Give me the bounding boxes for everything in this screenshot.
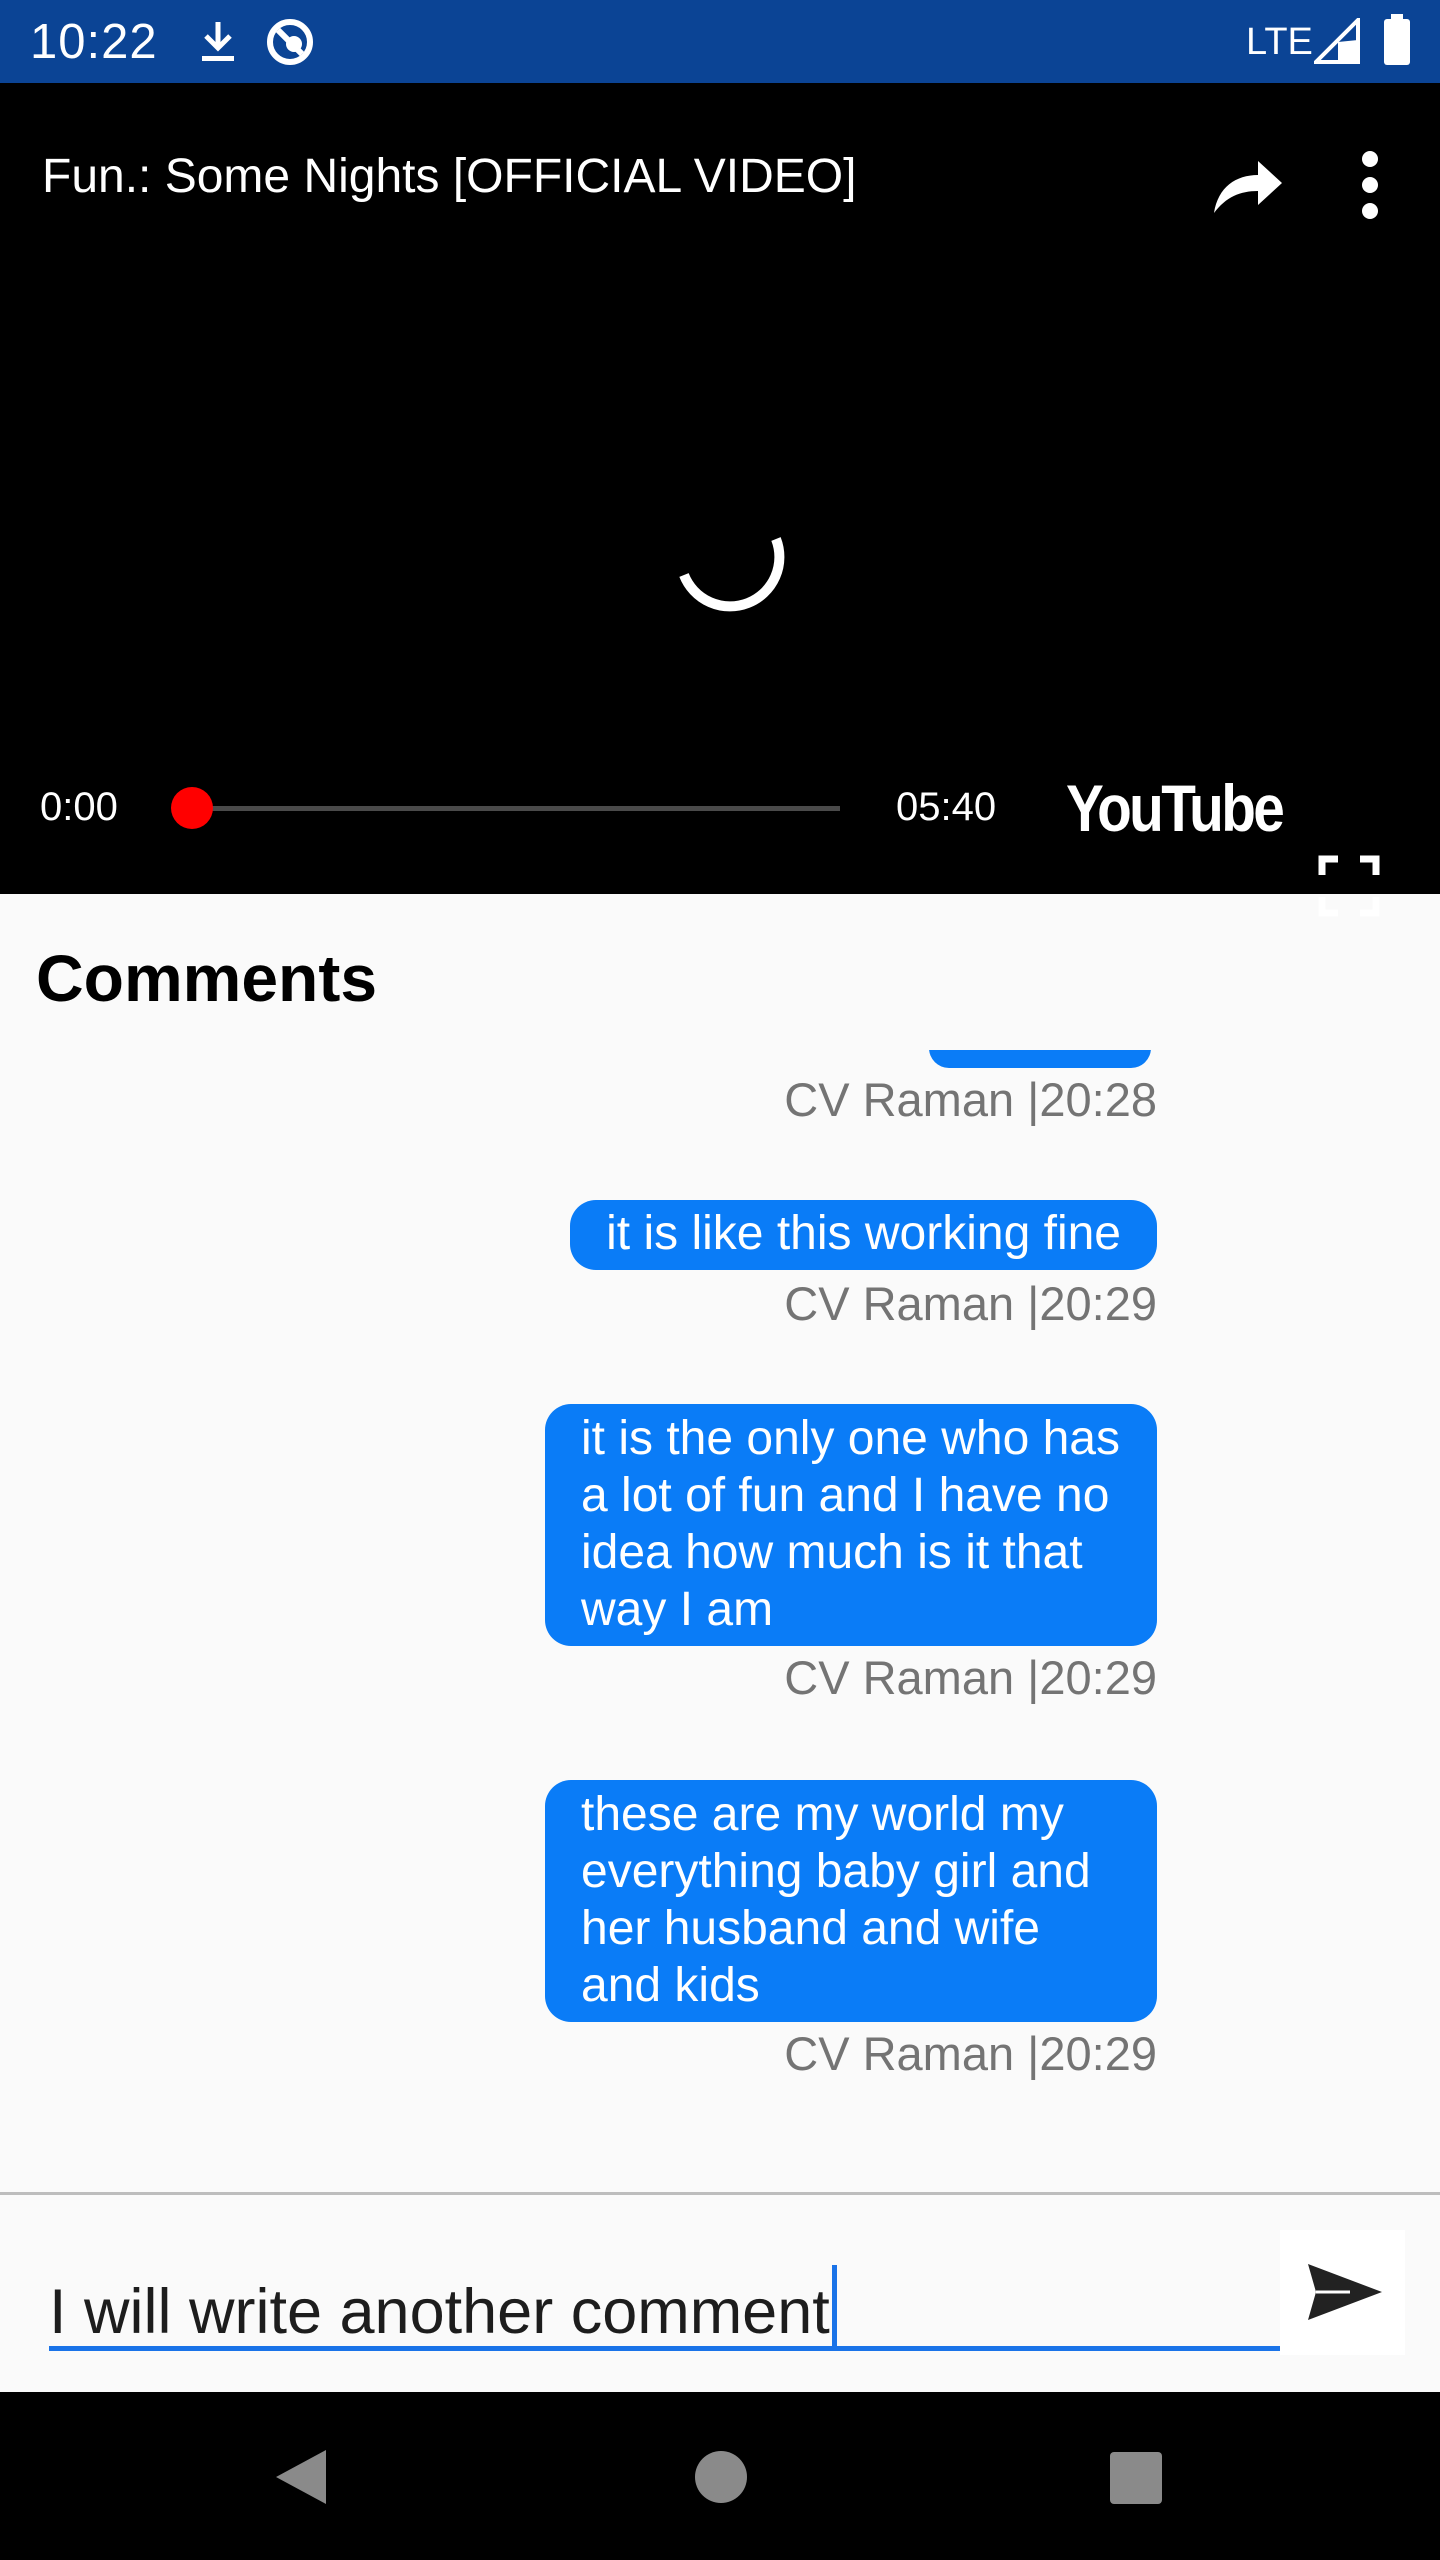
- text-caret: [831, 2265, 837, 2347]
- network-type: LTE: [1246, 21, 1313, 63]
- seek-bar[interactable]: [190, 806, 840, 811]
- no-sync-icon: [267, 19, 313, 65]
- duration: 05:40: [896, 785, 997, 829]
- comment-meta: CV Raman |20:29: [784, 1651, 1157, 1704]
- video-title: Fun.: Some Nights [OFFICIAL VIDEO]: [42, 150, 857, 203]
- comment-input-value: I will write another comment: [49, 2277, 830, 2347]
- download-icon: [202, 22, 234, 61]
- comment-input[interactable]: I will write another comment: [49, 2265, 1285, 2351]
- back-icon[interactable]: [256, 2432, 346, 2522]
- signal-icon: [1314, 18, 1360, 64]
- comment-bubble: it is the only one who has a lot of fun …: [545, 1404, 1157, 1646]
- comment-bubble: [929, 1050, 1151, 1068]
- status-time: 10:22: [30, 15, 158, 69]
- comment-bubble: it is like this working fine: [570, 1200, 1157, 1270]
- home-icon[interactable]: [676, 2432, 766, 2522]
- send-icon: [1308, 2264, 1382, 2320]
- send-button[interactable]: [1280, 2230, 1405, 2355]
- youtube-logo[interactable]: YouTube: [1066, 771, 1285, 845]
- comment-meta: CV Raman |20:28: [784, 1073, 1157, 1126]
- battery-icon: [1384, 14, 1410, 65]
- comments-heading: Comments: [36, 941, 378, 1015]
- comments-list[interactable]: CV Raman |20:28 it is like this working …: [0, 1050, 1440, 2170]
- comment-input-bar: I will write another comment: [0, 2195, 1440, 2392]
- seek-knob[interactable]: [171, 787, 213, 829]
- status-bar: 10:22 LTE: [0, 0, 1440, 83]
- recents-icon[interactable]: [1090, 2432, 1180, 2522]
- comment-meta: CV Raman |20:29: [784, 2027, 1157, 2080]
- fullscreen-icon[interactable]: [1318, 855, 1380, 917]
- navigation-bar: [0, 2392, 1440, 2560]
- video-player[interactable]: Fun.: Some Nights [OFFICIAL VIDEO] 0:00 …: [0, 83, 1440, 917]
- current-time: 0:00: [40, 785, 118, 829]
- loading-spinner-icon: [679, 537, 785, 612]
- more-vert-icon[interactable]: [1340, 141, 1400, 231]
- comment-meta: CV Raman |20:29: [784, 1277, 1157, 1330]
- comment-bubble: these are my world my everything baby gi…: [545, 1780, 1157, 2022]
- share-icon[interactable]: [1200, 141, 1290, 231]
